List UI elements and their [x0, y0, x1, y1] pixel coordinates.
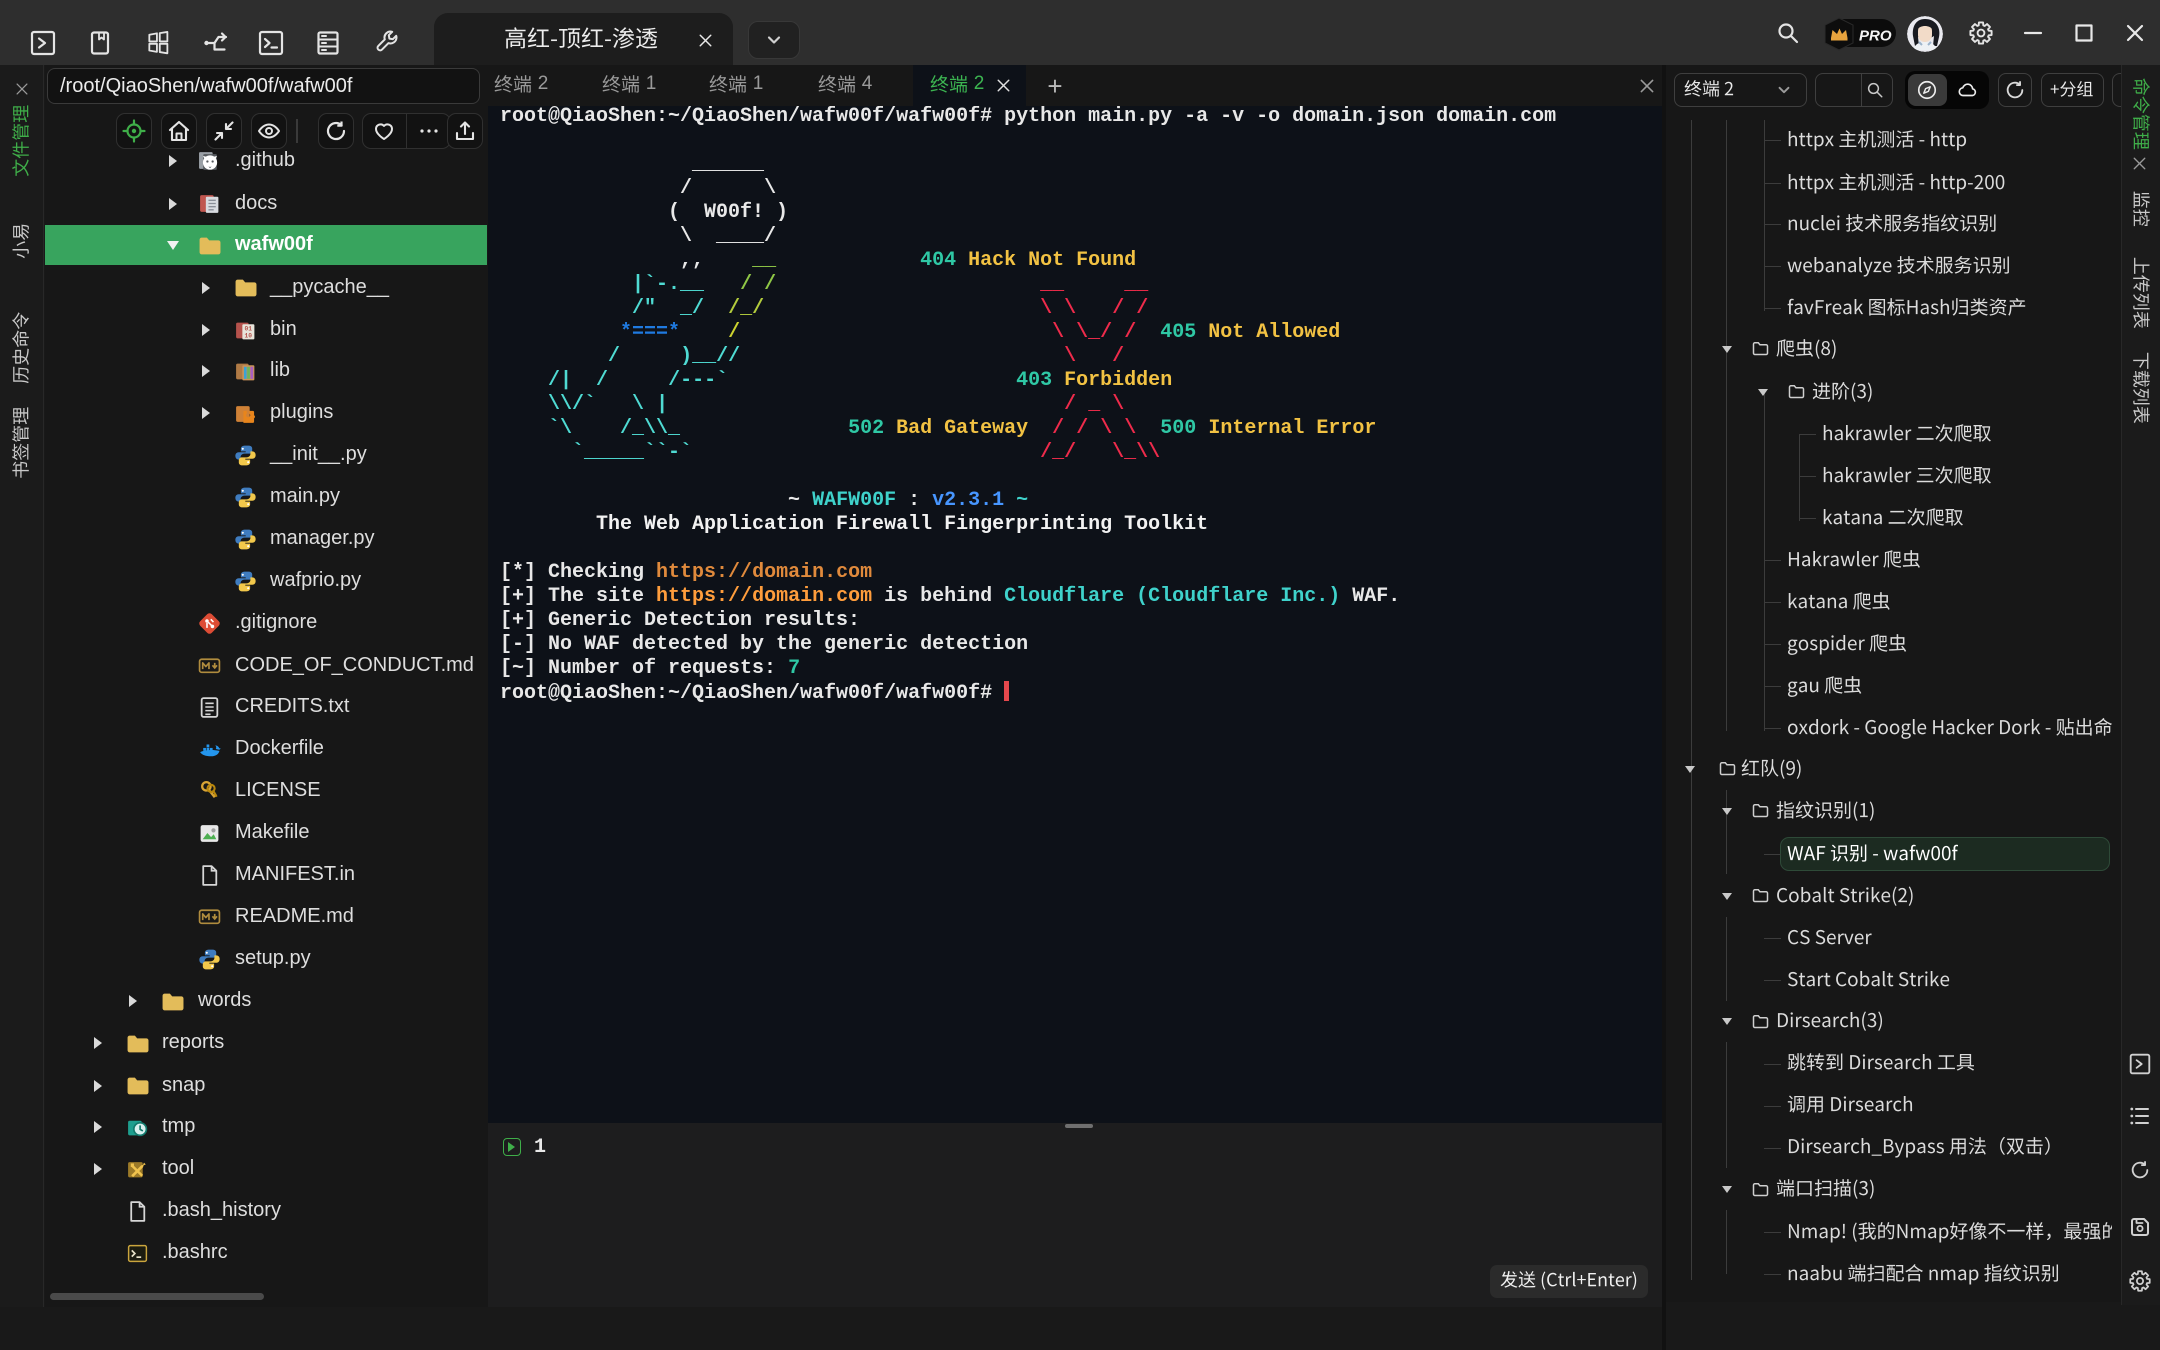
svg-text:10: 10	[244, 332, 252, 339]
svg-text:PRO: PRO	[1859, 28, 1892, 45]
